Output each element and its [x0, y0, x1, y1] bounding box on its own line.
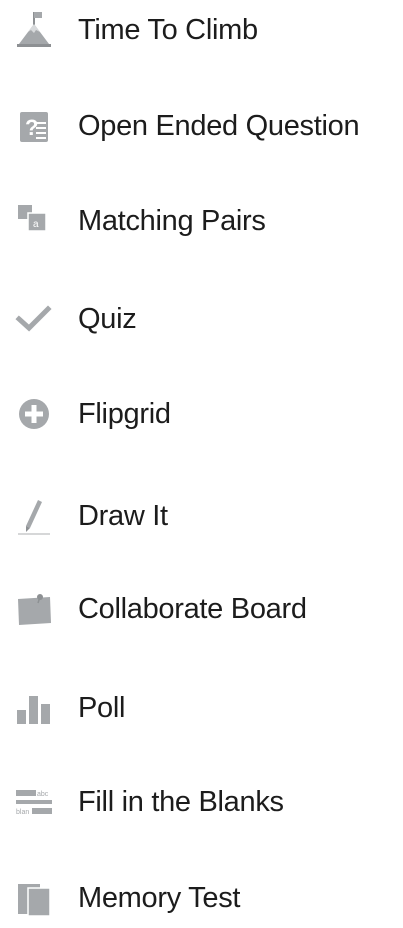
matching-cards-icon: a	[14, 197, 54, 245]
menu-item-open-ended-question[interactable]: ? Open Ended Question	[0, 96, 403, 156]
question-document-icon: ?	[14, 102, 54, 150]
pinned-board-icon	[14, 585, 54, 633]
svg-text:a: a	[33, 219, 39, 230]
menu-item-label: Open Ended Question	[78, 110, 360, 142]
bar-chart-icon	[14, 684, 54, 732]
menu-item-fill-in-the-blanks[interactable]: abc blan Fill in the Blanks	[0, 772, 403, 832]
menu-item-label: Collaborate Board	[78, 593, 307, 625]
menu-item-label: Flipgrid	[78, 398, 171, 430]
menu-item-label: Poll	[78, 692, 126, 724]
pencil-icon	[14, 492, 54, 540]
menu-item-draw-it[interactable]: Draw It	[0, 486, 403, 546]
menu-item-quiz[interactable]: Quiz	[0, 289, 403, 349]
menu-item-poll[interactable]: Poll	[0, 678, 403, 738]
fill-blanks-icon: abc blan	[14, 778, 54, 826]
menu-item-label: Memory Test	[78, 882, 241, 914]
menu-item-memory-test[interactable]: Memory Test	[0, 868, 403, 928]
menu-item-flipgrid[interactable]: Flipgrid	[0, 384, 403, 444]
menu-item-collaborate-board[interactable]: Collaborate Board	[0, 579, 403, 639]
menu-item-label: Matching Pairs	[78, 205, 266, 237]
memory-cards-icon	[14, 874, 54, 922]
menu-item-label: Draw It	[78, 500, 168, 532]
checkmark-icon	[14, 295, 54, 343]
svg-text:abc: abc	[37, 791, 49, 798]
menu-item-label: Time To Climb	[78, 14, 258, 46]
menu-item-matching-pairs[interactable]: a Matching Pairs	[0, 191, 403, 251]
svg-text:blan: blan	[16, 809, 29, 816]
menu-item-time-to-climb[interactable]: Time To Climb	[0, 0, 403, 60]
mountain-flag-icon	[14, 6, 54, 54]
activity-type-menu: Time To Climb ? Open Ended Question a Ma…	[0, 0, 403, 918]
plus-circle-icon	[14, 390, 54, 438]
menu-item-label: Quiz	[78, 303, 137, 335]
menu-item-label: Fill in the Blanks	[78, 786, 284, 818]
